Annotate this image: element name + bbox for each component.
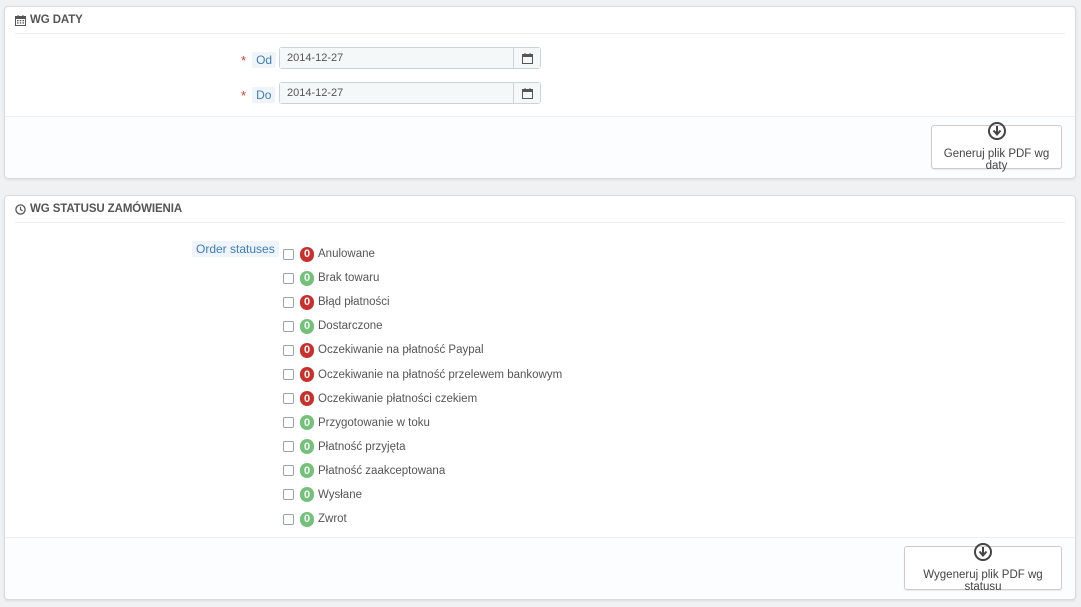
status-label: Anulowane — [318, 248, 375, 261]
status-label: Oczekiwanie na płatność przelewem bankow… — [318, 368, 563, 381]
status-item[interactable]: 0 Anulowane — [283, 242, 562, 266]
status-checkbox[interactable] — [283, 369, 294, 381]
status-count-badge: 0 — [300, 246, 314, 262]
order-statuses-label: Order statuses — [192, 241, 279, 257]
generate-pdf-by-status-button[interactable]: Wygeneruj plik PDF wg statusu — [904, 543, 1062, 593]
from-date-calendar-icon[interactable] — [514, 48, 540, 68]
status-checkbox[interactable] — [283, 417, 294, 429]
status-count-badge: 0 — [300, 294, 314, 310]
status-checkbox[interactable] — [283, 296, 294, 308]
status-label: Zwrot — [318, 513, 347, 526]
date-panel-title: WG DATY — [30, 14, 83, 26]
status-panel-title: WG STATUSU ZAMÓWIENIA — [30, 203, 183, 215]
generate-pdf-by-date-label: Generuj plik PDF wg daty — [943, 148, 1050, 172]
from-date-input[interactable] — [280, 48, 514, 68]
status-label: Oczekiwanie na płatność Paypal — [318, 344, 484, 357]
status-label: Wysłane — [318, 488, 362, 501]
status-checkbox[interactable] — [283, 465, 294, 477]
status-count-badge: 0 — [300, 463, 314, 479]
status-label: Oczekiwanie płatności czekiem — [318, 392, 478, 405]
status-label: Błąd płatności — [318, 296, 390, 309]
status-checkbox[interactable] — [283, 489, 294, 501]
order-statuses-label-row: Order statuses — [192, 241, 279, 257]
from-date-row: * Od — [241, 52, 277, 68]
status-item[interactable]: 0 Oczekiwanie na płatność przelewem bank… — [283, 362, 562, 386]
required-mark: * — [241, 52, 247, 68]
status-item[interactable]: 0 Zwrot — [283, 507, 562, 531]
status-checkbox[interactable] — [283, 393, 294, 405]
status-item[interactable]: 0 Błąd płatności — [283, 290, 562, 314]
to-date-calendar-icon[interactable] — [514, 83, 540, 103]
status-item[interactable]: 0 Oczekiwanie na płatność Paypal — [283, 338, 562, 362]
required-mark: * — [241, 87, 247, 103]
status-count-badge: 0 — [300, 342, 314, 358]
status-count-badge: 0 — [300, 270, 314, 286]
from-date-label: Od — [252, 52, 277, 68]
status-label: Brak towaru — [318, 272, 380, 285]
status-checkbox[interactable] — [283, 320, 294, 332]
to-date-group — [279, 82, 541, 104]
status-checkbox[interactable] — [283, 344, 294, 356]
clock-icon — [15, 203, 26, 215]
status-item[interactable]: 0 Brak towaru — [283, 266, 562, 290]
status-panel: WG STATUSU ZAMÓWIENIA Order statuses 0 A… — [4, 195, 1076, 600]
status-item[interactable]: 0 Przygotowanie w toku — [283, 411, 562, 435]
status-item[interactable]: 0 Płatność zaakceptowana — [283, 459, 562, 483]
status-label: Dostarczone — [318, 320, 383, 333]
to-date-input[interactable] — [280, 83, 514, 103]
from-date-group — [279, 47, 541, 69]
status-checkbox[interactable] — [283, 513, 294, 525]
status-panel-footer: Wygeneruj plik PDF wg statusu — [5, 537, 1075, 599]
date-panel-footer: Generuj plik PDF wg daty — [5, 116, 1075, 178]
status-count-badge: 0 — [300, 511, 314, 527]
status-checkbox[interactable] — [283, 441, 294, 453]
status-item[interactable]: 0 Wysłane — [283, 483, 562, 507]
status-checkbox[interactable] — [283, 272, 294, 284]
status-count-badge: 0 — [300, 318, 314, 334]
download-circle-icon — [974, 543, 992, 564]
status-checkbox[interactable] — [283, 248, 294, 260]
status-label: Płatność przyjęta — [318, 440, 406, 453]
status-panel-heading: WG STATUSU ZAMÓWIENIA — [15, 196, 1065, 223]
date-panel: WG DATY * Od * Do Generuj plik PDF wg da… — [4, 6, 1076, 179]
status-count-badge: 0 — [300, 415, 314, 431]
to-date-label: Do — [252, 87, 276, 103]
order-status-list: 0 Anulowane 0 Brak towaru 0 Błąd płatnoś… — [283, 242, 562, 531]
calendar-icon — [15, 14, 26, 26]
status-label: Płatność zaakceptowana — [318, 464, 446, 477]
status-count-badge: 0 — [300, 439, 314, 455]
status-count-badge: 0 — [300, 391, 314, 407]
status-item[interactable]: 0 Oczekiwanie płatności czekiem — [283, 387, 562, 411]
download-circle-icon — [987, 122, 1006, 143]
to-date-row: * Do — [241, 87, 276, 103]
status-item[interactable]: 0 Dostarczone — [283, 314, 562, 338]
status-count-badge: 0 — [300, 367, 314, 383]
generate-pdf-by-date-button[interactable]: Generuj plik PDF wg daty — [931, 122, 1062, 172]
status-label: Przygotowanie w toku — [318, 416, 430, 429]
date-panel-heading: WG DATY — [15, 7, 1065, 34]
generate-pdf-by-status-label: Wygeneruj plik PDF wg statusu — [923, 569, 1043, 593]
status-item[interactable]: 0 Płatność przyjęta — [283, 435, 562, 459]
status-count-badge: 0 — [300, 487, 314, 503]
